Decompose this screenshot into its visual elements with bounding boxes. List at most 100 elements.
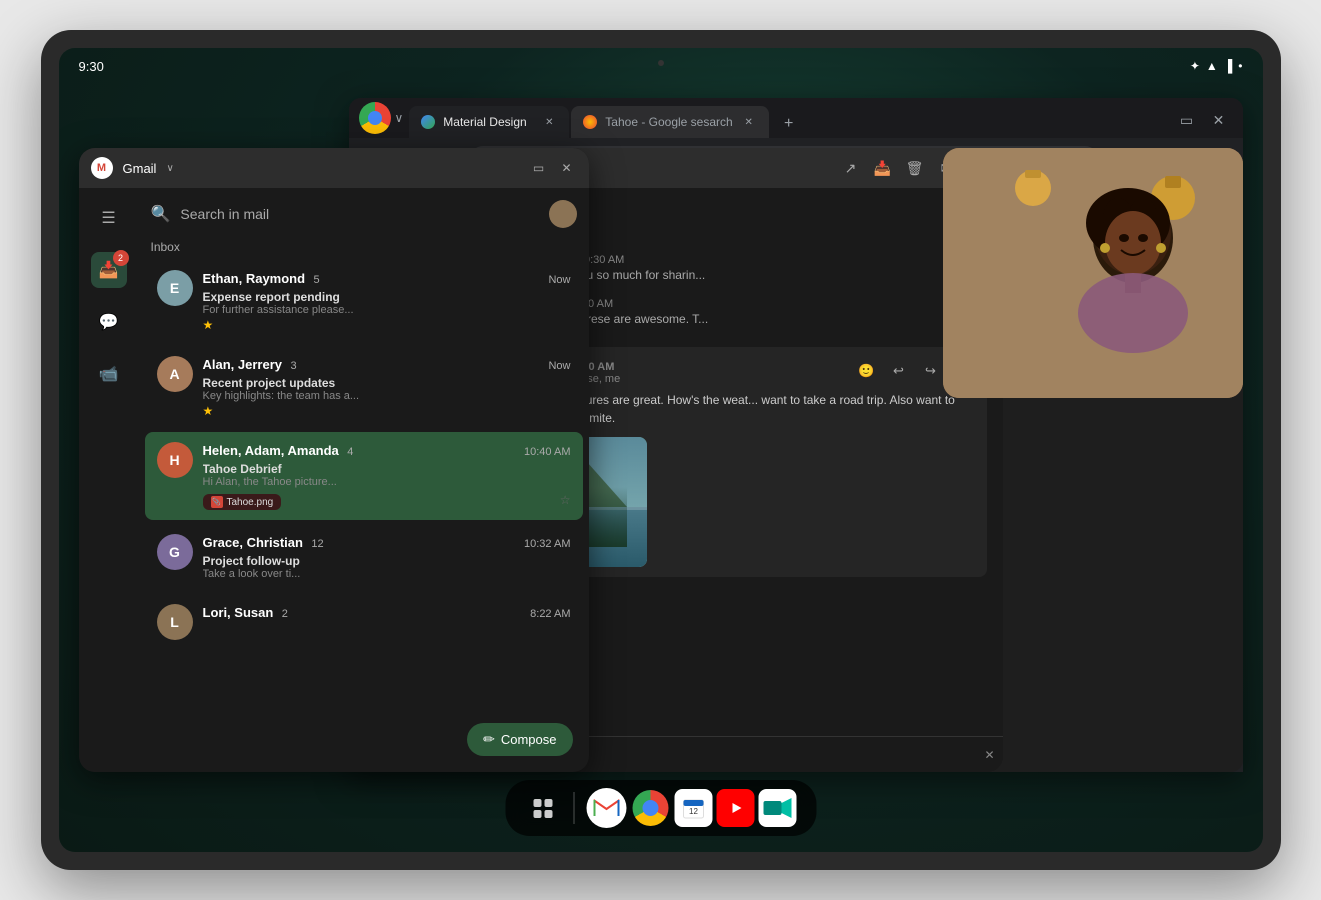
inbox-badge: 2 xyxy=(113,250,129,266)
email-subject-3: Tahoe Debrief xyxy=(203,462,571,476)
taskbar-calendar-button[interactable]: 12 xyxy=(674,789,712,827)
email-actions-1: ★ xyxy=(203,318,571,332)
tab-close-2[interactable]: ✕ xyxy=(741,114,757,130)
chrome-tab-label-2: Tahoe - Google sesarch xyxy=(605,115,732,129)
msg-time-helen: 9:30 AM xyxy=(584,254,624,266)
email-actions-3: 📎 Tahoe.png ☆ xyxy=(203,490,571,510)
emoji-button[interactable]: 🙂 xyxy=(855,359,879,383)
apps-grid-icon xyxy=(534,799,553,818)
email-preview-1: For further assistance please... xyxy=(203,304,571,316)
taskbar-youtube-button[interactable] xyxy=(716,789,754,827)
chrome-tabs-bar: ∨ Material Design ✕ Tahoe - Google sesar… xyxy=(349,98,1243,138)
chrome-menu-arrow[interactable]: ∨ xyxy=(395,111,404,125)
search-placeholder[interactable]: Search in mail xyxy=(180,206,538,222)
video-icon: 📹 xyxy=(99,364,119,384)
email-content-5: Lori, Susan 2 8:22 AM xyxy=(203,604,571,640)
email-avatar-5: L xyxy=(157,604,193,640)
gmail-title: Gmail xyxy=(123,161,157,176)
grid-dot-3 xyxy=(534,810,542,818)
search-icon[interactable]: 🔍 xyxy=(151,204,171,224)
gmail-window-controls: ▭ ✕ xyxy=(529,158,577,178)
gmail-search-bar: 🔍 Search in mail xyxy=(139,188,589,240)
attach-close-button[interactable]: ✕ xyxy=(984,748,986,757)
status-icons: ✦ ▲ ▐ • xyxy=(1190,59,1243,73)
chrome-icon xyxy=(359,102,391,134)
compose-button[interactable]: ✏ Compose xyxy=(467,723,572,756)
email-header-3: Helen, Adam, Amanda 4 10:40 AM xyxy=(203,442,571,460)
tablet-frame: 9:30 ✦ ▲ ▐ • ∨ Materi xyxy=(41,30,1281,870)
grid-dot-4 xyxy=(545,810,553,818)
gmail-maximize-button[interactable]: ▭ xyxy=(529,158,549,178)
email-subject-2: Recent project updates xyxy=(203,376,571,390)
user-avatar[interactable] xyxy=(549,200,577,228)
sidebar-chat-icon[interactable]: 💬 xyxy=(91,304,127,340)
chrome-taskbar-icon xyxy=(632,790,668,826)
email-sender-3: Helen, Adam, Amanda 4 xyxy=(203,442,354,460)
email-item-2[interactable]: A Alan, Jerrery 3 Now Recent project upd… xyxy=(145,346,583,428)
gmail-close-button[interactable]: ✕ xyxy=(557,158,577,178)
reply-button[interactable]: ↩ xyxy=(887,359,911,383)
email-sender-1: Ethan, Raymond 5 xyxy=(203,270,320,288)
expand-button[interactable]: ↗ xyxy=(839,156,863,180)
delete-button[interactable]: 🗑 xyxy=(903,156,927,180)
email-header-2: Alan, Jerrery 3 Now xyxy=(203,356,571,374)
email-time-4: 10:32 AM xyxy=(524,538,570,550)
email-item-3[interactable]: H Helen, Adam, Amanda 4 10:40 AM Tahoe D… xyxy=(145,432,583,520)
star-icon-2[interactable]: ★ xyxy=(203,404,214,418)
gmail-title-chevron-icon: ∨ xyxy=(166,163,173,174)
bluetooth-icon: ✦ xyxy=(1190,59,1200,73)
compose-label: Compose xyxy=(501,732,557,747)
chrome-tab-label-1: Material Design xyxy=(443,115,533,129)
taskbar: 12 xyxy=(505,780,816,836)
email-time-2: Now xyxy=(548,360,570,372)
email-avatar-1: E xyxy=(157,270,193,306)
email-item-1[interactable]: E Ethan, Raymond 5 Now Expense report pe… xyxy=(145,260,583,342)
sidebar-inbox-icon[interactable]: 📥 2 xyxy=(91,252,127,288)
email-content-2: Alan, Jerrery 3 Now Recent project updat… xyxy=(203,356,571,418)
email-content-1: Ethan, Raymond 5 Now Expense report pend… xyxy=(203,270,571,332)
sidebar-menu-icon[interactable]: ☰ xyxy=(91,200,127,236)
svg-text:12: 12 xyxy=(689,807,698,816)
attachment-icon: 📎 xyxy=(211,496,223,508)
gmail-email-list: 🔍 Search in mail Inbox E Ethan, Raymond xyxy=(139,188,589,772)
chrome-tab-material-design[interactable]: Material Design ✕ xyxy=(409,106,569,138)
status-time: 9:30 xyxy=(79,59,104,74)
chrome-tab-tahoe[interactable]: Tahoe - Google sesarch ✕ xyxy=(571,106,768,138)
email-content-4: Grace, Christian 12 10:32 AM Project fol… xyxy=(203,534,571,580)
tablet-screen: 9:30 ✦ ▲ ▐ • ∨ Materi xyxy=(59,48,1263,852)
email-item-4[interactable]: G Grace, Christian 12 10:32 AM Project f… xyxy=(145,524,583,590)
gmail-sidebar: ☰ 📥 2 💬 📹 xyxy=(79,188,139,772)
new-tab-button[interactable]: + xyxy=(775,110,803,138)
tab-close-1[interactable]: ✕ xyxy=(541,114,557,130)
taskbar-meet-button[interactable] xyxy=(758,789,796,827)
chrome-window-controls: ▭ ✕ xyxy=(1173,106,1233,138)
email-header-1: Ethan, Raymond 5 Now xyxy=(203,270,571,288)
forward-button[interactable]: ↪ xyxy=(919,359,943,383)
email-preview-3: Hi Alan, the Tahoe picture... xyxy=(203,476,571,488)
email-item-5[interactable]: L Lori, Susan 2 8:22 AM xyxy=(145,594,583,650)
email-time-3: 10:40 AM xyxy=(524,446,570,458)
email-header-5: Lori, Susan 2 8:22 AM xyxy=(203,604,571,622)
email-header-4: Grace, Christian 12 10:32 AM xyxy=(203,534,571,552)
pencil-icon: ✏ xyxy=(483,731,495,748)
inbox-label: Inbox xyxy=(139,240,589,258)
star-icon-3[interactable]: ☆ xyxy=(560,493,571,507)
minimize-button[interactable]: ▭ xyxy=(1173,106,1201,134)
email-preview-2: Key highlights: the team has a... xyxy=(203,390,571,402)
email-actions-2: ★ xyxy=(203,404,571,418)
battery-icon: ▐ xyxy=(1224,59,1233,73)
email-avatar-3: H xyxy=(157,442,193,478)
taskbar-chrome-button[interactable] xyxy=(630,788,670,828)
taskbar-gmail-button[interactable] xyxy=(586,788,626,828)
archive-button[interactable]: 📥 xyxy=(871,156,895,180)
taskbar-apps-button[interactable] xyxy=(525,790,561,826)
email-content-3: Helen, Adam, Amanda 4 10:40 AM Tahoe Deb… xyxy=(203,442,571,510)
attachment-chip-3[interactable]: 📎 Tahoe.png xyxy=(203,494,282,510)
sidebar-meet-icon[interactable]: 📹 xyxy=(91,356,127,392)
email-subject-1: Expense report pending xyxy=(203,290,571,304)
email-time-1: Now xyxy=(548,274,570,286)
close-window-button[interactable]: ✕ xyxy=(1205,106,1233,134)
star-icon-1[interactable]: ★ xyxy=(203,318,214,332)
gmail-panel: M Gmail ∨ ▭ ✕ ☰ 📥 2 xyxy=(79,148,589,772)
tab-favicon-google xyxy=(583,115,597,129)
